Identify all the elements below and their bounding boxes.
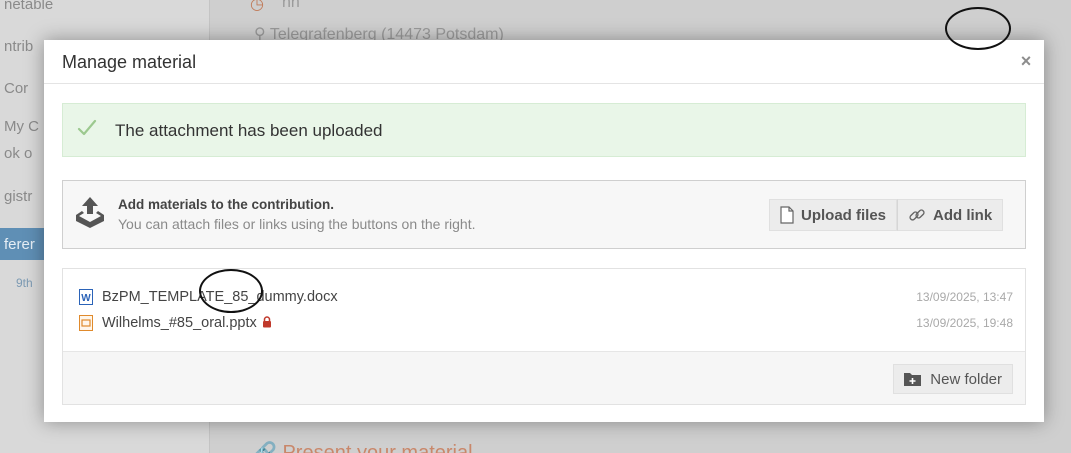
file-date: 13/09/2025, 19:48 [916,316,1013,330]
svg-text:W: W [81,293,91,304]
upload-files-button[interactable]: Upload files [769,199,898,231]
attachments-list: W BzPM_TEMPLATE_85_dummy.docx 13/09/2025… [62,268,1026,405]
close-button[interactable]: × [1014,49,1038,73]
sidebar-item-date: 9th [16,276,33,290]
add-link-button[interactable]: Add link [897,199,1004,231]
folder-plus-icon [904,373,922,386]
background-time: nn [282,0,300,11]
success-alert: The attachment has been uploaded [62,103,1026,157]
lock-icon[interactable] [262,316,272,328]
sidebar-item-contributions: ntrib [4,38,34,55]
dialog-title: Manage material [62,52,197,72]
manage-material-dialog: Manage material × The attachment has bee… [44,40,1044,422]
attachments-footer: New folder [63,351,1025,404]
sidebar-item-my-contributions: My C [4,118,39,135]
list-item[interactable]: Wilhelms_#85_oral.pptx 13/09/2025, 19:48 [63,313,1025,335]
link-icon [909,209,925,221]
checkmark-icon [77,119,97,136]
add-materials-button-group: Upload files Add link [769,199,1004,231]
background-present-material-text: Present your material [282,442,473,453]
word-file-icon: W [79,289,93,305]
file-name[interactable]: Wilhelms_#85_oral.pptx [102,315,272,331]
powerpoint-file-icon [79,315,93,331]
sidebar-item-contributions-list: Cor [4,80,29,97]
file-icon [780,206,794,224]
add-link-label: Add link [933,206,993,224]
add-materials-title: Add materials to the contribution. [118,197,335,212]
sidebar-item-timetable: netable [4,0,54,13]
clock-icon: ◷ [250,0,264,13]
upload-files-label: Upload files [801,206,887,224]
new-folder-label: New folder [930,370,1002,388]
file-date: 13/09/2025, 13:47 [916,290,1013,304]
dialog-header: Manage material × [44,40,1044,84]
upload-icon [76,197,104,228]
file-name[interactable]: BzPM_TEMPLATE_85_dummy.docx [102,289,338,305]
list-item[interactable]: W BzPM_TEMPLATE_85_dummy.docx 13/09/2025… [63,287,1025,309]
sidebar-item-book-of-abstracts: ok o [4,145,33,162]
add-materials-subtitle: You can attach files or links using the … [118,216,476,232]
success-message: The attachment has been uploaded [115,121,383,140]
sidebar-item-registration: gistr [4,188,33,205]
new-folder-button[interactable]: New folder [893,364,1013,394]
background-present-material-link: 🔗 Present your material [252,440,473,453]
file-name-text: Wilhelms_#85_oral.pptx [102,315,257,331]
add-materials-panel: Add materials to the contribution. You c… [62,180,1026,249]
